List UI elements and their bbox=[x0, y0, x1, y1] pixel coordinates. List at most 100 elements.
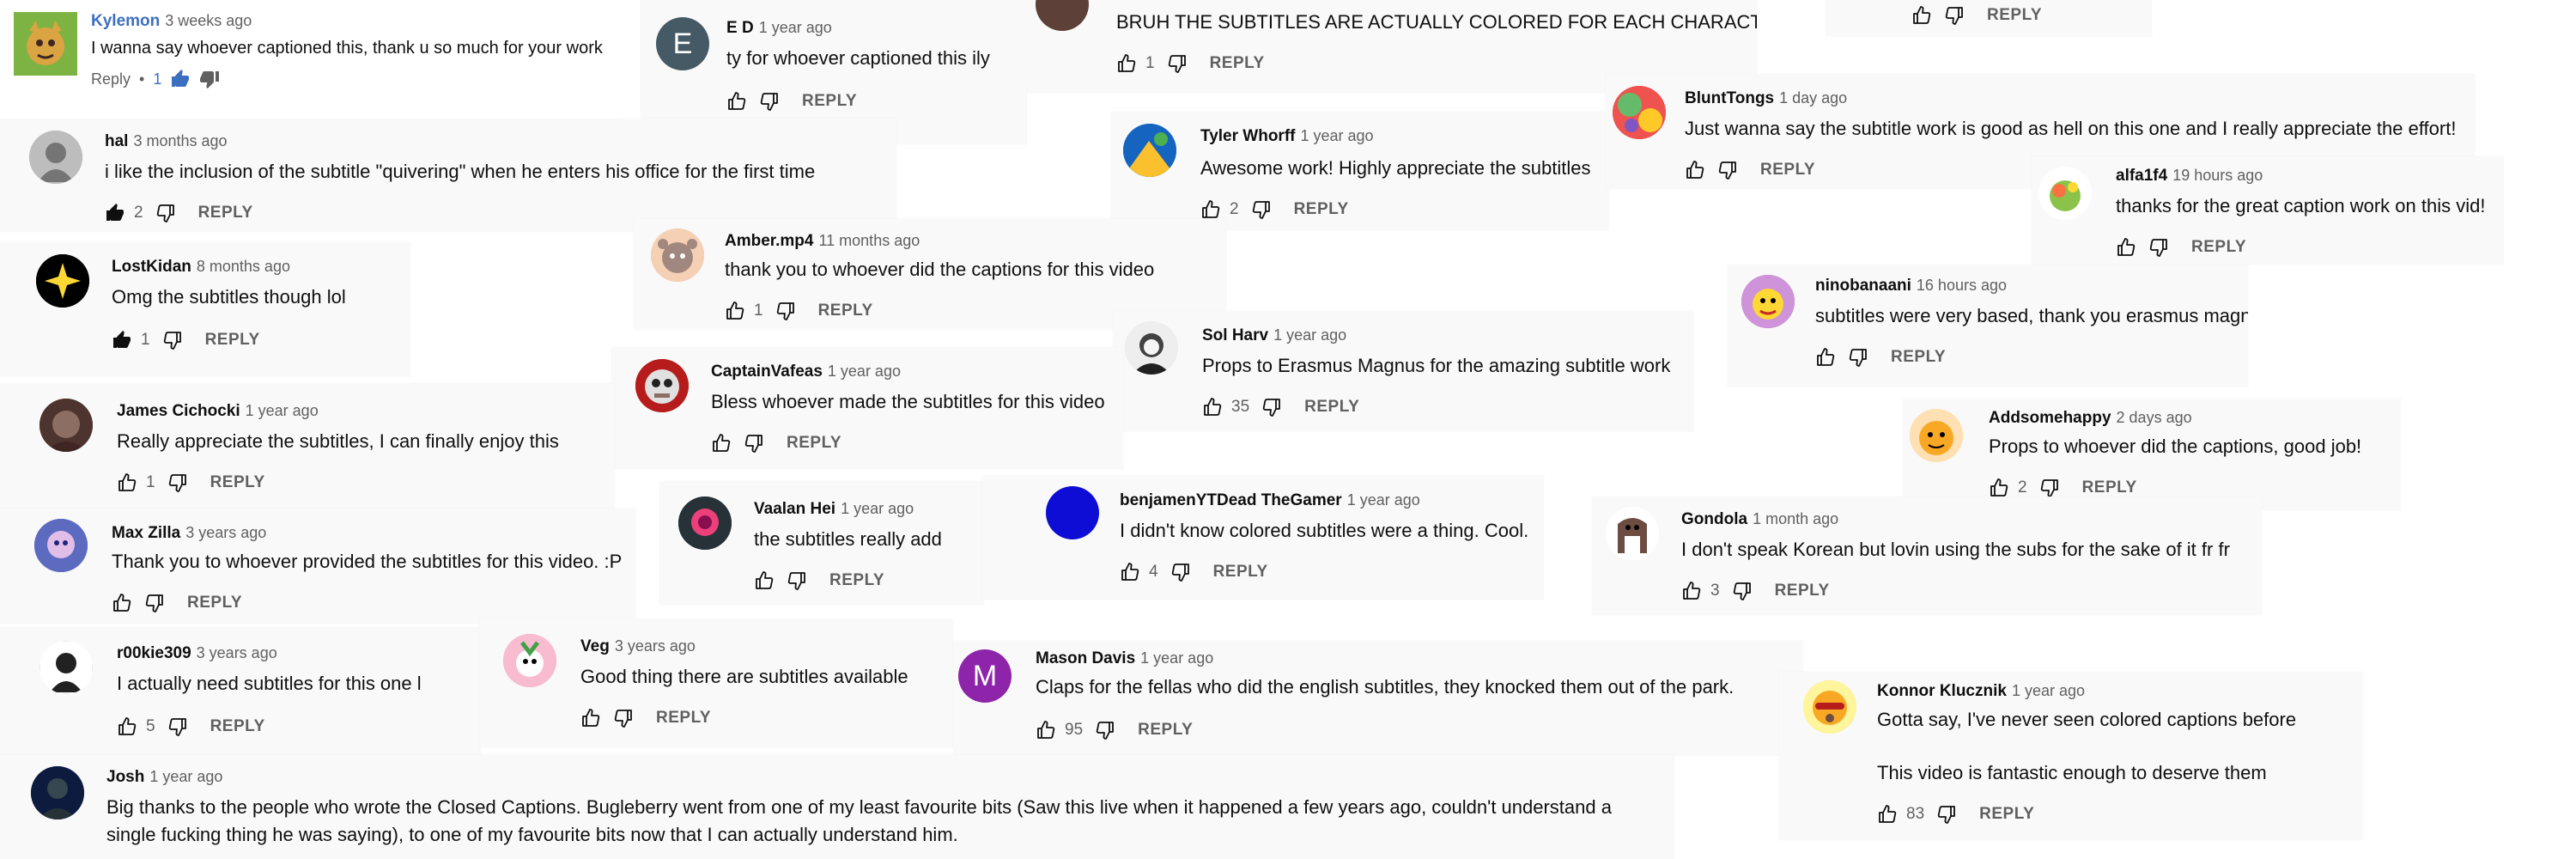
thumbs-up-icon[interactable] bbox=[112, 593, 132, 613]
reply-button[interactable]: REPLY bbox=[1210, 54, 1265, 73]
comment-timestamp[interactable]: 3 years ago bbox=[185, 524, 266, 541]
reply-button[interactable]: REPLY bbox=[818, 302, 873, 320]
reply-button[interactable]: REPLY bbox=[787, 434, 841, 453]
thumbs-down-icon[interactable] bbox=[775, 301, 796, 321]
reply-button[interactable]: REPLY bbox=[1213, 563, 1268, 582]
avatar[interactable] bbox=[1606, 507, 1659, 560]
reply-button[interactable]: REPLY bbox=[829, 571, 884, 590]
comment-author[interactable]: alfa1f4 bbox=[2116, 167, 2167, 185]
avatar[interactable] bbox=[1910, 409, 1963, 462]
thumbs-up-icon[interactable] bbox=[1202, 397, 1223, 417]
avatar[interactable] bbox=[31, 766, 84, 819]
comment-author[interactable]: Max Zilla bbox=[112, 524, 180, 542]
comment-timestamp[interactable]: 1 month ago bbox=[1753, 510, 1838, 527]
comment-author[interactable]: ninobanaani bbox=[1815, 277, 1911, 295]
reply-button[interactable]: REPLY bbox=[656, 709, 711, 728]
thumbs-up-icon[interactable] bbox=[1685, 160, 1705, 180]
avatar[interactable] bbox=[2038, 167, 2092, 220]
thumbs-up-icon[interactable] bbox=[754, 570, 775, 591]
comment-timestamp[interactable]: 11 months ago bbox=[818, 232, 920, 249]
avatar[interactable] bbox=[14, 12, 77, 76]
thumbs-down-icon[interactable] bbox=[1170, 562, 1191, 582]
comment-author[interactable]: Konnor Klucznik bbox=[1877, 682, 2007, 700]
reply-button[interactable]: REPLY bbox=[2082, 478, 2137, 497]
thumbs-down-icon[interactable] bbox=[1944, 5, 1965, 26]
comment-author[interactable]: LostKidan bbox=[112, 258, 191, 276]
comment-timestamp[interactable]: 3 weeks ago bbox=[165, 12, 252, 29]
comment-author[interactable]: Kylemon bbox=[91, 12, 160, 30]
thumbs-up-icon[interactable] bbox=[1200, 199, 1221, 220]
comment-author[interactable]: Josh bbox=[106, 768, 144, 786]
comment-author[interactable]: Amber.mp4 bbox=[725, 232, 813, 250]
comment-author[interactable]: Tyler Whorff bbox=[1200, 127, 1295, 145]
thumbs-down-icon[interactable] bbox=[162, 330, 183, 350]
comment-timestamp[interactable]: 2 days ago bbox=[2117, 409, 2192, 426]
reply-button[interactable]: REPLY bbox=[205, 331, 260, 350]
reply-button[interactable]: REPLY bbox=[1987, 6, 2042, 25]
thumbs-up-icon[interactable] bbox=[1911, 5, 1932, 26]
reply-button[interactable]: REPLY bbox=[802, 92, 857, 111]
reply-link[interactable]: Reply bbox=[91, 70, 131, 88]
thumbs-up-filled-icon[interactable] bbox=[112, 330, 132, 350]
comment-timestamp[interactable]: 8 months ago bbox=[197, 258, 290, 275]
avatar[interactable] bbox=[1123, 124, 1176, 177]
avatar[interactable] bbox=[34, 519, 88, 572]
comment-author[interactable]: Mason Davis bbox=[1036, 649, 1135, 667]
comment-timestamp[interactable]: 1 year ago bbox=[759, 19, 832, 36]
thumbs-up-icon[interactable] bbox=[1036, 720, 1056, 740]
comment-author[interactable]: CaptainVafeas bbox=[711, 362, 823, 381]
thumbs-down-icon[interactable] bbox=[787, 570, 807, 591]
reply-button[interactable]: REPLY bbox=[2191, 238, 2246, 257]
thumbs-down-icon[interactable] bbox=[1717, 160, 1738, 180]
comment-timestamp[interactable]: 1 year ago bbox=[1140, 649, 1213, 667]
avatar[interactable]: M bbox=[958, 649, 1012, 703]
comment-author[interactable]: James Cichocki bbox=[117, 402, 240, 420]
thumbs-down-icon[interactable] bbox=[1848, 347, 1868, 368]
comment-timestamp[interactable]: 1 year ago bbox=[828, 362, 901, 380]
thumbs-up-icon[interactable] bbox=[1815, 347, 1836, 368]
comment-author[interactable]: E D bbox=[726, 19, 754, 37]
reply-button[interactable]: REPLY bbox=[210, 473, 265, 492]
comment-timestamp[interactable]: 1 year ago bbox=[149, 768, 222, 785]
comment-author[interactable]: Addsomehappy bbox=[1989, 409, 2111, 427]
thumbs-up-icon[interactable] bbox=[2116, 237, 2136, 258]
thumbs-down-icon[interactable] bbox=[1251, 199, 1272, 220]
thumbs-down-icon[interactable] bbox=[1095, 720, 1115, 740]
thumbs-down-icon[interactable] bbox=[167, 716, 188, 737]
comment-timestamp[interactable]: 3 years ago bbox=[615, 637, 696, 655]
comment-author[interactable]: Sol Harv bbox=[1202, 326, 1268, 344]
thumbs-down-icon[interactable] bbox=[155, 203, 176, 223]
avatar[interactable] bbox=[1803, 680, 1856, 734]
avatar[interactable] bbox=[39, 399, 93, 452]
thumbs-down-icon[interactable] bbox=[167, 472, 188, 493]
thumbs-down-icon[interactable] bbox=[1261, 397, 1282, 417]
thumbs-up-icon[interactable] bbox=[1681, 581, 1702, 601]
comment-timestamp[interactable]: 1 year ago bbox=[841, 500, 914, 517]
thumbs-up-filled-icon[interactable] bbox=[170, 69, 191, 89]
thumbs-up-filled-icon[interactable] bbox=[105, 203, 125, 223]
reply-button[interactable]: REPLY bbox=[210, 717, 265, 736]
reply-button[interactable]: REPLY bbox=[1304, 398, 1359, 417]
comment-author[interactable]: hal bbox=[105, 132, 128, 150]
comment-timestamp[interactable]: 1 day ago bbox=[1779, 89, 1847, 107]
reply-button[interactable]: REPLY bbox=[1138, 721, 1193, 740]
thumbs-up-icon[interactable] bbox=[580, 708, 601, 728]
reply-button[interactable]: REPLY bbox=[1775, 582, 1830, 600]
reply-button[interactable]: REPLY bbox=[1294, 200, 1349, 219]
thumbs-down-icon[interactable] bbox=[144, 593, 165, 613]
thumbs-up-icon[interactable] bbox=[725, 301, 745, 321]
thumbs-down-filled-icon[interactable] bbox=[199, 69, 220, 89]
avatar[interactable] bbox=[1741, 275, 1795, 328]
avatar[interactable] bbox=[1125, 321, 1178, 375]
comment-timestamp[interactable]: 3 years ago bbox=[197, 644, 277, 661]
avatar[interactable] bbox=[29, 131, 82, 184]
comment-author[interactable]: Veg bbox=[580, 637, 610, 655]
thumbs-up-icon[interactable] bbox=[1877, 804, 1898, 825]
reply-button[interactable]: REPLY bbox=[1979, 805, 2034, 824]
comment-timestamp[interactable]: 1 year ago bbox=[1347, 491, 1420, 509]
avatar[interactable] bbox=[503, 634, 556, 687]
comment-timestamp[interactable]: 1 year ago bbox=[2012, 682, 2085, 699]
thumbs-down-icon[interactable] bbox=[1732, 581, 1753, 601]
avatar[interactable] bbox=[1613, 86, 1666, 139]
comment-author[interactable]: Gondola bbox=[1681, 510, 1747, 528]
